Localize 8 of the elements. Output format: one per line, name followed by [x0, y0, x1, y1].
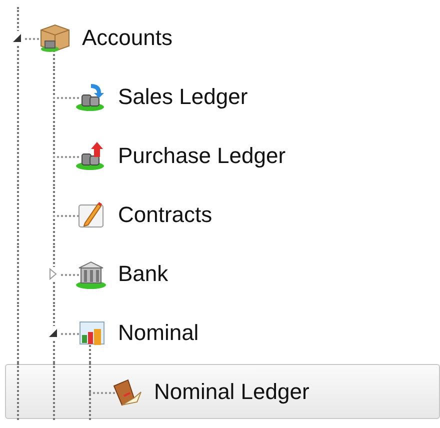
- box-icon: [38, 22, 72, 54]
- tree-item[interactable]: Contracts: [5, 185, 440, 244]
- tree-item[interactable]: Nominal: [5, 303, 440, 362]
- tree-item[interactable]: Purchase Ledger: [5, 126, 440, 185]
- tree-item[interactable]: Sales Ledger: [5, 67, 440, 126]
- tree-item[interactable]: Bank: [5, 244, 440, 303]
- tree-item[interactable]: Nominal Ledger: [5, 364, 440, 419]
- tree-item[interactable]: Accounts: [5, 8, 440, 67]
